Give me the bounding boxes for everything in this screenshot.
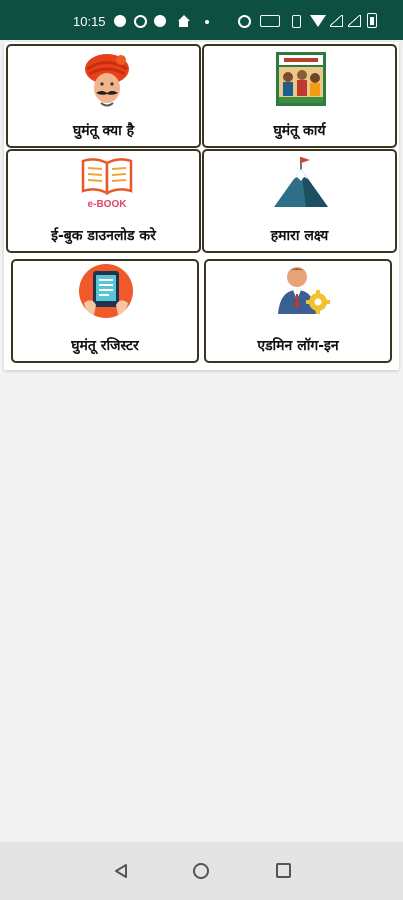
whatsapp-icon xyxy=(134,15,147,28)
activity-poster-icon xyxy=(276,52,326,106)
home-icon[interactable] xyxy=(193,863,209,879)
status-bar: 10:15 xyxy=(0,0,403,40)
home-app-icon-body xyxy=(179,21,188,27)
message-icon xyxy=(114,15,126,27)
recent-apps-icon[interactable] xyxy=(276,863,291,878)
status-time: 10:15 xyxy=(73,14,106,29)
data-icon xyxy=(260,15,280,27)
menu-tile-ghumantu-register[interactable]: घुमंतू रजिस्टर xyxy=(11,259,199,363)
battery-icon xyxy=(367,13,377,28)
navigation-bar xyxy=(0,842,403,900)
mountain-flag-icon xyxy=(274,157,328,207)
menu-tile-ghumantu-kya-hai[interactable]: घुमंतू क्या है xyxy=(6,44,201,148)
menu-tile-label: घुमंतू कार्य xyxy=(273,123,326,139)
signal-icon-2 xyxy=(348,15,361,27)
menu-tile-ebook-download[interactable]: e-BOOK ई-बुक डाउनलोड करे xyxy=(6,149,201,253)
back-icon[interactable] xyxy=(113,863,129,879)
menu-tile-label: ई-बुक डाउनलोड करे xyxy=(51,228,156,244)
flipboard-icon xyxy=(154,15,166,27)
menu-tile-hamara-lakshya[interactable]: हमारा लक्ष्य xyxy=(202,149,397,253)
menu-tile-label: घुमंतू क्या है xyxy=(72,123,135,139)
signal-icon xyxy=(330,15,343,27)
tablet-register-icon xyxy=(79,264,133,318)
menu-tile-admin-login[interactable]: एडमिन लॉग-इन xyxy=(204,259,392,363)
menu-tile-ghumantu-karya[interactable]: घुमंतू कार्य xyxy=(202,44,397,148)
turban-man-icon xyxy=(85,54,129,107)
menu-grid: घुमंतू क्या है घुमंतू कार्य e-BOOK ई-बुक… xyxy=(4,42,399,370)
wifi-icon xyxy=(310,15,326,27)
menu-tile-label: हमारा लक्ष्य xyxy=(270,228,329,244)
dot-icon xyxy=(205,20,209,24)
menu-tile-label: एडमिन लॉग-इन xyxy=(257,338,339,354)
admin-gear-icon xyxy=(278,267,330,314)
ebook-icon-text: e-BOOK xyxy=(88,199,128,210)
menu-tile-label: घुमंतू रजिस्टर xyxy=(71,338,139,354)
alarm-icon xyxy=(238,15,251,28)
ebook-icon: e-BOOK xyxy=(81,158,133,210)
vibrate-icon xyxy=(292,15,301,28)
